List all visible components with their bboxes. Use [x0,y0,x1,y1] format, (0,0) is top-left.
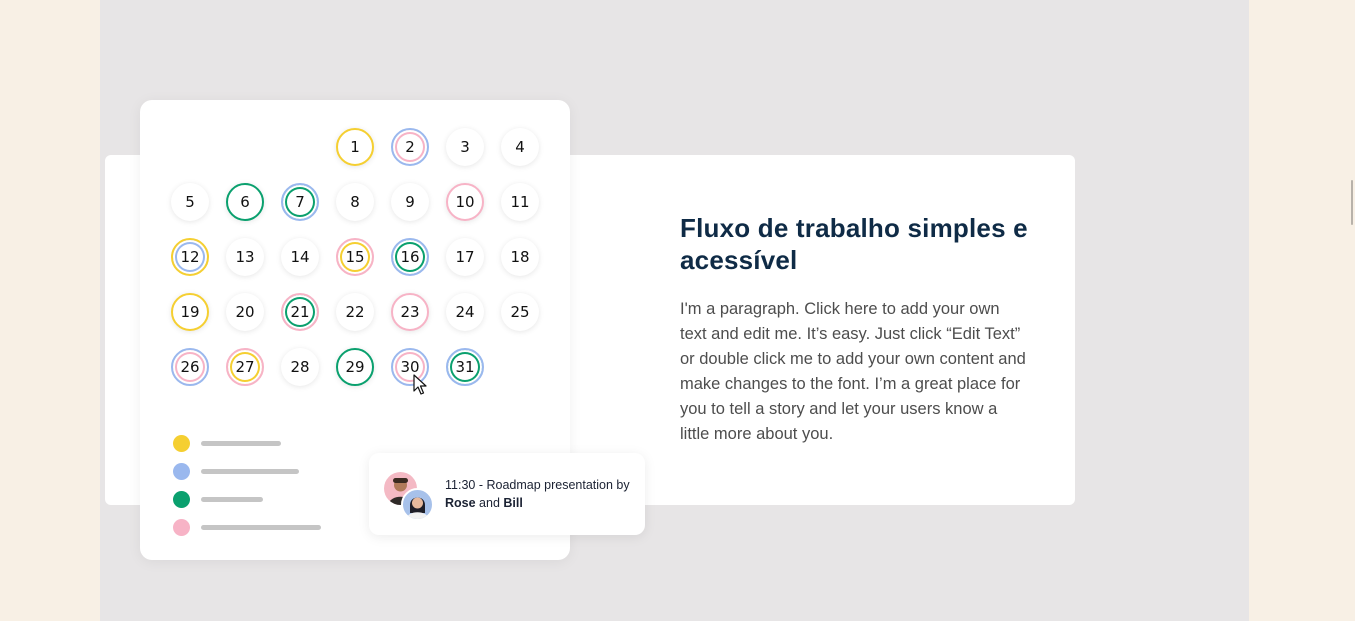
legend-label-placeholder [201,469,299,474]
calendar-day[interactable]: 23 [391,293,429,331]
calendar-day[interactable]: 9 [391,183,429,221]
calendar-day[interactable]: 10 [446,183,484,221]
calendar-day[interactable]: 26 [171,348,209,386]
legend-color-dot [173,463,190,480]
calendar-day[interactable]: 14 [281,238,319,276]
section-paragraph[interactable]: I'm a paragraph. Click here to add your … [680,297,1030,447]
mouse-pointer-icon [413,374,427,395]
calendar-day[interactable]: 29 [336,348,374,386]
calendar-day[interactable]: 18 [501,238,539,276]
calendar-day[interactable]: 12 [171,238,209,276]
event-people-line: Rose and Bill [445,494,630,512]
section-heading[interactable]: Fluxo de trabalho simples e acessível [680,212,1070,276]
calendar-day[interactable]: 22 [336,293,374,331]
calendar-day[interactable]: 17 [446,238,484,276]
legend-label-placeholder [201,497,263,502]
legend-color-dot [173,519,190,536]
calendar-day[interactable]: 21 [281,293,319,331]
calendar-day[interactable]: 31 [446,348,484,386]
calendar-day[interactable]: 19 [171,293,209,331]
calendar-day[interactable]: 7 [281,183,319,221]
calendar-day[interactable]: 20 [226,293,264,331]
calendar-day[interactable]: 25 [501,293,539,331]
calendar-day[interactable]: 24 [446,293,484,331]
event-time-line: 11:30 - Roadmap presentation by [445,478,630,492]
calendar-day[interactable]: 5 [171,183,209,221]
legend-color-dot [173,435,190,452]
scrollbar-thumb[interactable] [1351,180,1353,225]
calendar-day[interactable]: 3 [446,128,484,166]
calendar-day[interactable]: 2 [391,128,429,166]
event-notification[interactable]: 11:30 - Roadmap presentation by Rose and… [369,453,645,535]
calendar-day[interactable]: 13 [226,238,264,276]
bill-avatar [401,488,434,521]
event-description: 11:30 - Roadmap presentation by Rose and… [445,476,630,512]
event-person-bill: Bill [503,496,523,510]
event-and-text: and [475,496,504,510]
calendar-day[interactable]: 8 [336,183,374,221]
calendar-day[interactable]: 6 [226,183,264,221]
calendar-day[interactable]: 4 [501,128,539,166]
legend-color-dot [173,491,190,508]
legend-label-placeholder [201,525,321,530]
event-person-rose: Rose [445,496,476,510]
calendar-day[interactable]: 28 [281,348,319,386]
calendar-day[interactable]: 16 [391,238,429,276]
calendar-day[interactable]: 11 [501,183,539,221]
calendar-day[interactable]: 15 [336,238,374,276]
calendar-day[interactable]: 27 [226,348,264,386]
calendar-day[interactable]: 1 [336,128,374,166]
legend-label-placeholder [201,441,281,446]
